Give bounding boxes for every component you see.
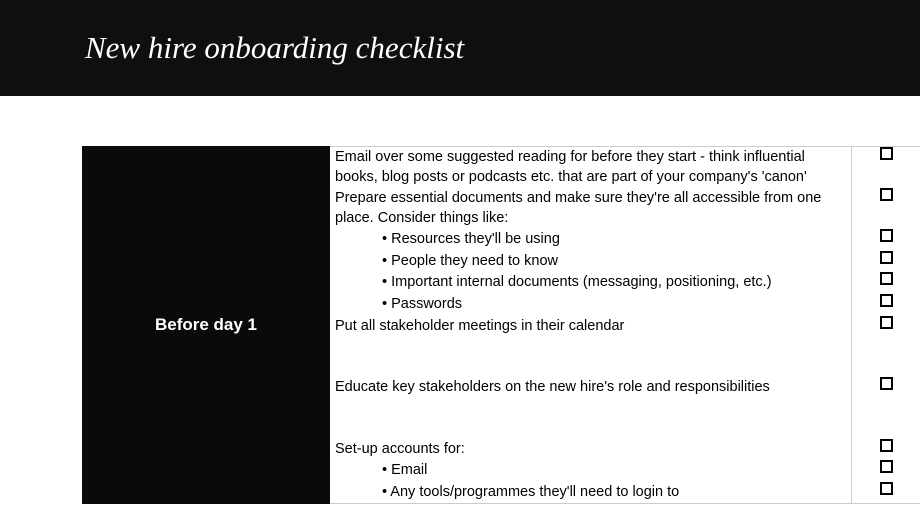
task-text bbox=[330, 337, 852, 377]
task-row: • Any tools/programmes they'll need to l… bbox=[330, 482, 920, 504]
checkbox[interactable] bbox=[880, 439, 893, 452]
task-text: Set-up accounts for: bbox=[330, 439, 852, 461]
checkbox[interactable] bbox=[880, 482, 893, 495]
task-text: Put all stakeholder meetings in their ca… bbox=[330, 316, 852, 338]
task-text: • Email bbox=[330, 460, 852, 482]
task-row: Set-up accounts for: bbox=[330, 439, 920, 461]
task-text: Prepare essential documents and make sur… bbox=[330, 188, 852, 229]
section-label-text: Before day 1 bbox=[155, 315, 257, 335]
page-title: New hire onboarding checklist bbox=[85, 30, 464, 66]
task-text: • Important internal documents (messagin… bbox=[330, 272, 852, 294]
task-text: Email over some suggested reading for be… bbox=[330, 147, 852, 188]
checkbox-cell bbox=[852, 377, 920, 390]
task-row: Educate key stakeholders on the new hire… bbox=[330, 377, 920, 399]
task-text: • Any tools/programmes they'll need to l… bbox=[330, 482, 852, 504]
checkbox-cell bbox=[852, 316, 920, 329]
task-text: Educate key stakeholders on the new hire… bbox=[330, 377, 852, 399]
task-row: • Resources they'll be using bbox=[330, 229, 920, 251]
checkbox[interactable] bbox=[880, 377, 893, 390]
task-row: Prepare essential documents and make sur… bbox=[330, 188, 920, 229]
checkbox-cell bbox=[852, 460, 920, 473]
tasks-column: Email over some suggested reading for be… bbox=[330, 146, 920, 504]
checkbox[interactable] bbox=[880, 188, 893, 201]
checklist-table: Before day 1 Email over some suggested r… bbox=[82, 146, 920, 504]
checkbox[interactable] bbox=[880, 460, 893, 473]
task-row: • Passwords bbox=[330, 294, 920, 316]
task-row bbox=[330, 399, 920, 439]
checkbox-cell bbox=[852, 229, 920, 242]
checkbox-cell bbox=[852, 251, 920, 264]
task-row: • People they need to know bbox=[330, 251, 920, 273]
checkbox[interactable] bbox=[880, 147, 893, 160]
checkbox[interactable] bbox=[880, 272, 893, 285]
task-row bbox=[330, 337, 920, 377]
section-label: Before day 1 bbox=[82, 146, 330, 504]
checkbox-cell bbox=[852, 272, 920, 285]
task-row: Email over some suggested reading for be… bbox=[330, 147, 920, 188]
checkbox-cell bbox=[852, 188, 920, 201]
page-header: New hire onboarding checklist bbox=[0, 0, 920, 96]
checkbox[interactable] bbox=[880, 316, 893, 329]
checkbox-cell bbox=[852, 439, 920, 452]
task-row: • Email bbox=[330, 460, 920, 482]
task-row: Put all stakeholder meetings in their ca… bbox=[330, 316, 920, 338]
checkbox[interactable] bbox=[880, 294, 893, 307]
task-row: • Important internal documents (messagin… bbox=[330, 272, 920, 294]
task-text: • Passwords bbox=[330, 294, 852, 316]
checkbox-cell bbox=[852, 294, 920, 307]
checkbox[interactable] bbox=[880, 229, 893, 242]
task-text bbox=[330, 399, 852, 439]
content-area: Before day 1 Email over some suggested r… bbox=[0, 96, 920, 504]
checkbox-cell bbox=[852, 482, 920, 495]
task-text: • Resources they'll be using bbox=[330, 229, 852, 251]
task-text: • People they need to know bbox=[330, 251, 852, 273]
checkbox-cell bbox=[852, 147, 920, 160]
checkbox[interactable] bbox=[880, 251, 893, 264]
